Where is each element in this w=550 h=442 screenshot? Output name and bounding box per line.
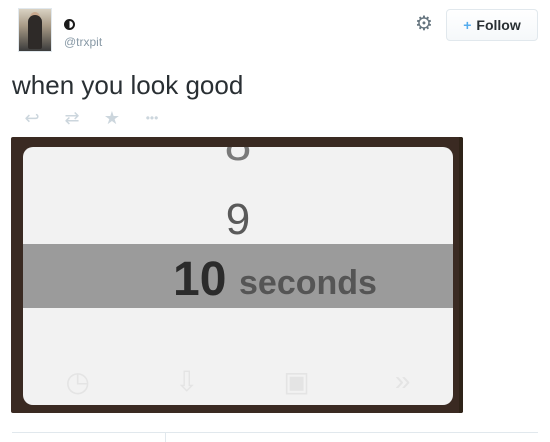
reply-icon[interactable]: ↩	[12, 108, 52, 129]
tweet-text: when you look good	[12, 70, 244, 100]
picker-value-above: 8	[23, 147, 453, 172]
avatar-figure	[28, 15, 42, 49]
picker-selected-unit: seconds	[239, 264, 377, 302]
save-icon: ▣	[283, 365, 310, 397]
user-handle[interactable]: @trxpit	[64, 35, 102, 49]
forward-icon: »	[394, 365, 411, 396]
faded-toolbar: ◷ ⇩ ▣ »	[23, 357, 453, 405]
divider-tick	[165, 433, 166, 442]
gear-icon[interactable]: ⚙	[414, 14, 434, 34]
follow-user-icon: +	[463, 17, 472, 33]
tweet-actions: ↩ ⇄ ★ •••	[12, 108, 172, 128]
follow-label: Follow	[476, 17, 521, 33]
divider	[12, 432, 538, 433]
timer-picker-screen: 8 9 10 seconds ◷ ⇩ ▣ »	[23, 147, 453, 405]
tweet-media[interactable]: 8 9 10 seconds ◷ ⇩ ▣ »	[11, 137, 463, 413]
tweet-header: @trxpit ⚙ + Follow	[0, 0, 550, 60]
yin-yang-icon	[64, 19, 75, 31]
picker-value-prev: 9	[225, 195, 251, 244]
display-name[interactable]	[64, 16, 75, 31]
retweet-icon[interactable]: ⇄	[52, 108, 92, 129]
download-icon: ⇩	[174, 365, 199, 397]
picker-selection-band	[23, 244, 453, 308]
more-icon[interactable]: •••	[132, 111, 172, 125]
timer-icon: ◷	[65, 365, 90, 397]
follow-button[interactable]: + Follow	[446, 9, 538, 41]
favorite-icon[interactable]: ★	[92, 108, 132, 129]
picker-selected-number: 10	[173, 253, 227, 306]
media-edge	[459, 137, 463, 413]
avatar[interactable]	[18, 8, 52, 52]
